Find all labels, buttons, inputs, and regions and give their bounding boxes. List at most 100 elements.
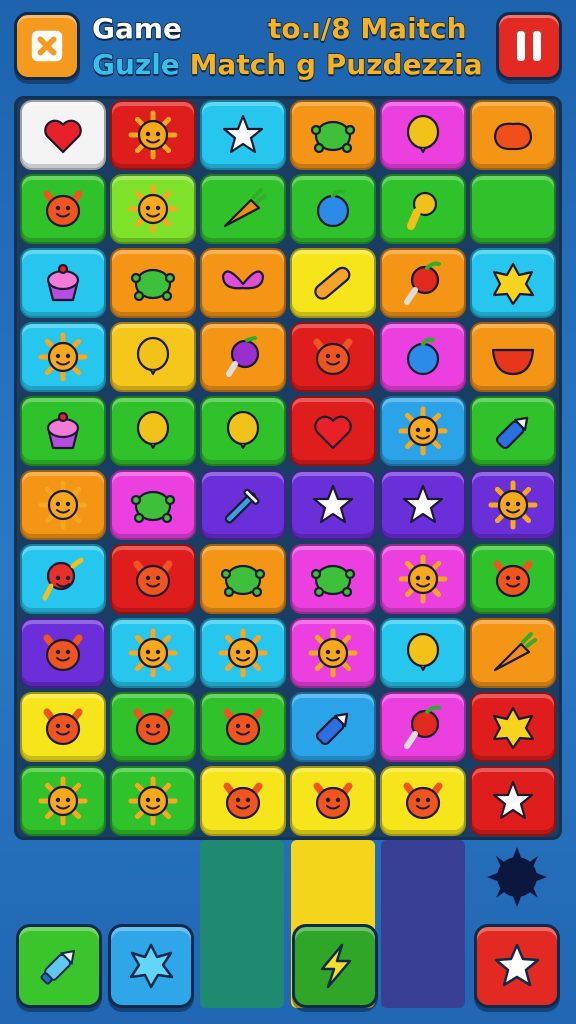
balloon-icon (406, 114, 440, 154)
tile-r4-c1[interactable] (20, 322, 106, 392)
tile-r7-c3[interactable] (200, 544, 286, 614)
tile-r10-c6[interactable] (470, 766, 556, 836)
tile-r9-c2[interactable] (110, 692, 196, 762)
tile-r3-c3[interactable] (200, 248, 286, 318)
cupcake-icon (46, 411, 80, 450)
monster-icon (313, 782, 353, 820)
powerup-splat-button[interactable] (108, 924, 194, 1008)
tile-r4-c3[interactable] (200, 322, 286, 392)
tile-r6-c4[interactable] (290, 470, 376, 540)
tile-r1-c5[interactable] (380, 100, 466, 170)
tile-r4-c2[interactable] (110, 322, 196, 392)
tile-r4-c4[interactable] (290, 322, 376, 392)
tile-r4-c6[interactable] (470, 322, 556, 392)
fruit-icon (316, 189, 350, 228)
tile-r2-c6[interactable] (470, 174, 556, 244)
tile-r10-c1[interactable] (20, 766, 106, 836)
tile-r10-c2[interactable] (110, 766, 196, 836)
tile-r9-c4[interactable] (290, 692, 376, 762)
tile-r1-c4[interactable] (290, 100, 376, 170)
tile-r6-c6[interactable] (470, 470, 556, 540)
tile-r8-c1[interactable] (20, 618, 106, 688)
tile-r2-c5[interactable] (380, 174, 466, 244)
tile-r8-c5[interactable] (380, 618, 466, 688)
tile-r1-c2[interactable] (110, 100, 196, 170)
monster-icon (43, 634, 83, 672)
column-bar-navy (381, 840, 465, 1008)
tile-r9-c6[interactable] (470, 692, 556, 762)
pause-button[interactable] (496, 12, 562, 80)
sun-icon (38, 332, 88, 382)
pencil-icon (315, 712, 349, 746)
balloon-icon (226, 410, 260, 450)
tile-r2-c1[interactable] (20, 174, 106, 244)
title-line1-right: to.ı/8 Maitch (267, 11, 467, 46)
sun-icon (38, 480, 88, 530)
turtle-icon (130, 490, 176, 524)
tile-r7-c6[interactable] (470, 544, 556, 614)
tile-r5-c2[interactable] (110, 396, 196, 466)
tile-r9-c3[interactable] (200, 692, 286, 762)
tile-r3-c1[interactable] (20, 248, 106, 318)
star-icon (222, 114, 264, 154)
balloon-icon (136, 336, 170, 376)
tile-r6-c2[interactable] (110, 470, 196, 540)
tile-r8-c4[interactable] (290, 618, 376, 688)
sun-icon (488, 480, 538, 530)
tile-r5-c6[interactable] (470, 396, 556, 466)
splat-icon (129, 943, 174, 989)
tile-r8-c2[interactable] (110, 618, 196, 688)
tile-r5-c4[interactable] (290, 396, 376, 466)
powerup-pencil-button[interactable] (16, 924, 102, 1008)
tile-r10-c5[interactable] (380, 766, 466, 836)
tile-r7-c4[interactable] (290, 544, 376, 614)
turtle-icon (310, 120, 356, 154)
balloon-icon (136, 410, 170, 450)
heart-icon (44, 119, 82, 154)
tile-r4-c5[interactable] (380, 322, 466, 392)
close-button[interactable] (14, 12, 80, 80)
pear-icon (407, 191, 438, 230)
tile-r2-c2[interactable] (110, 174, 196, 244)
tile-r1-c3[interactable] (200, 100, 286, 170)
game-board (14, 96, 562, 840)
tile-r5-c1[interactable] (20, 396, 106, 466)
monster-icon (313, 338, 353, 376)
star-icon (312, 484, 354, 524)
tile-r6-c5[interactable] (380, 470, 466, 540)
monster-icon (43, 190, 83, 228)
tile-r7-c1[interactable] (20, 544, 106, 614)
star-icon (494, 943, 540, 987)
tile-r5-c3[interactable] (200, 396, 286, 466)
close-x-icon (31, 30, 63, 62)
tile-r9-c5[interactable] (380, 692, 466, 762)
tile-r8-c3[interactable] (200, 618, 286, 688)
tile-r10-c4[interactable] (290, 766, 376, 836)
tile-r6-c1[interactable] (20, 470, 106, 540)
tile-r3-c4[interactable] (290, 248, 376, 318)
tile-r8-c6[interactable] (470, 618, 556, 688)
tile-r5-c5[interactable] (380, 396, 466, 466)
tile-r6-c3[interactable] (200, 470, 286, 540)
tile-r7-c2[interactable] (110, 544, 196, 614)
powerup-lightning-button[interactable] (292, 924, 378, 1008)
lightning-icon (320, 943, 352, 989)
tile-r7-c5[interactable] (380, 544, 466, 614)
apple-icon (404, 705, 441, 749)
sun-icon (38, 776, 88, 826)
tile-r9-c1[interactable] (20, 692, 106, 762)
title-line1-left: Game (91, 11, 183, 46)
tile-r3-c5[interactable] (380, 248, 466, 318)
carrot-icon (493, 632, 537, 672)
tile-r3-c2[interactable] (110, 248, 196, 318)
tile-r1-c6[interactable] (470, 100, 556, 170)
lollipop-icon (42, 557, 84, 601)
heart-icon (314, 415, 352, 450)
tile-r2-c3[interactable] (200, 174, 286, 244)
tile-r10-c3[interactable] (200, 766, 286, 836)
tile-r3-c6[interactable] (470, 248, 556, 318)
blob-icon (493, 122, 533, 151)
star-button[interactable] (474, 924, 560, 1008)
tile-r1-c1[interactable] (20, 100, 106, 170)
tile-r2-c4[interactable] (290, 174, 376, 244)
